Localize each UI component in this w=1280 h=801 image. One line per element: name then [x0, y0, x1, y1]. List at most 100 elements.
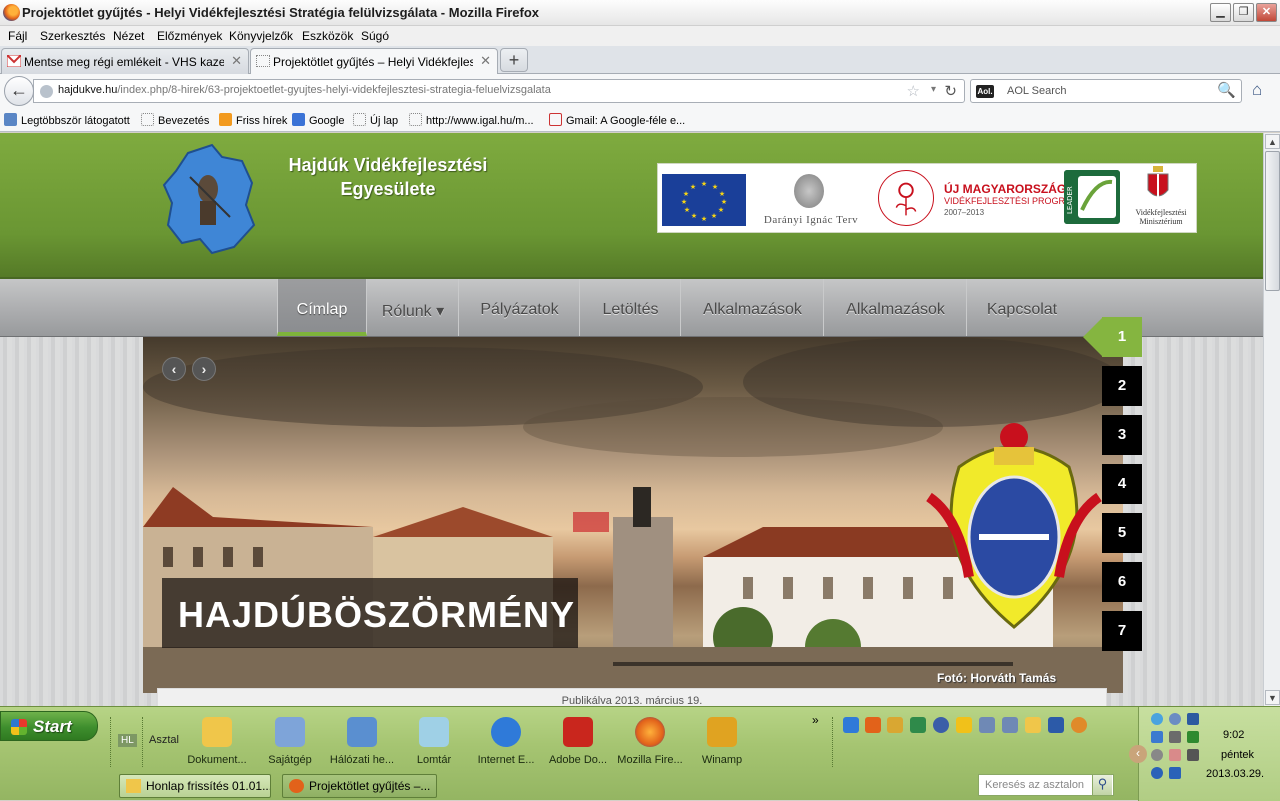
search-icon[interactable]: 🔍 [1217, 81, 1236, 99]
tab-close-icon[interactable]: ✕ [480, 53, 491, 69]
url-text[interactable]: hajdukve.hu/index.php/8-hirek/63-projekt… [58, 84, 551, 96]
bookmark-gmail[interactable]: Gmail: A Google-féle e... [549, 113, 685, 127]
quicklaunch-media-icon[interactable] [933, 717, 949, 733]
taskbar-button-honlap[interactable]: Honlap frissítés 01.01.... [119, 774, 271, 798]
quicklaunch-favorites-icon[interactable] [956, 717, 972, 733]
desktop-icon-firefox[interactable]: Mozilla Fire... [615, 717, 685, 766]
tray-app-icon[interactable] [1151, 749, 1163, 761]
tab-vhs[interactable]: Mentse meg régi emlékeit - VHS kazettár.… [1, 48, 249, 74]
tray-app-icon[interactable] [1169, 749, 1181, 761]
menu-file[interactable]: Fájl [8, 29, 27, 43]
tray-app-icon[interactable] [1187, 749, 1199, 761]
bookmark-latest-news[interactable]: Friss hírek [219, 113, 287, 127]
tray-app-icon[interactable] [1169, 713, 1181, 725]
menu-bookmarks[interactable]: Könyvjelzők [229, 29, 293, 43]
menu-help[interactable]: Súgó [361, 29, 389, 43]
language-indicator[interactable]: HL [118, 734, 137, 747]
quicklaunch-calendar-icon[interactable] [1002, 717, 1018, 733]
bookmark-google[interactable]: Google [292, 113, 344, 127]
minimize-button[interactable]: ▁ [1210, 3, 1231, 22]
clock-time[interactable]: 9:02 [1223, 729, 1244, 741]
image-slider: ‹ › HAJDÚBÖSZÖRMÉNY Fotó: Horváth Tamás [143, 337, 1123, 693]
new-tab-button[interactable]: + [500, 48, 528, 72]
home-icon[interactable]: ⌂ [1252, 80, 1262, 100]
nav-letoltes[interactable]: Letöltés [581, 279, 681, 336]
slide-number-6[interactable]: 6 [1102, 562, 1142, 602]
start-label: Start [33, 717, 72, 736]
quicklaunch-excel-icon[interactable] [910, 717, 926, 733]
tray-app-icon[interactable] [1151, 731, 1163, 743]
taskbar-separator[interactable] [142, 717, 145, 767]
slide-number-1[interactable]: 1 [1102, 317, 1142, 357]
bookmark-new-page[interactable]: Új lap [353, 113, 398, 127]
desktop-icon-internet-explorer[interactable]: Internet E... [471, 717, 541, 766]
bookmark-star-icon[interactable]: ☆ [907, 82, 920, 100]
menu-history[interactable]: Előzmények [157, 29, 222, 43]
tray-app-icon[interactable] [1151, 767, 1163, 779]
taskbar-separator[interactable] [832, 717, 835, 767]
slide-number-3[interactable]: 3 [1102, 415, 1142, 455]
close-button[interactable]: ✕ [1256, 3, 1277, 22]
signal-icon[interactable] [1187, 731, 1199, 743]
slide-number-2[interactable]: 2 [1102, 366, 1142, 406]
nav-alkalmazasok-1[interactable]: Alkalmazások [682, 279, 824, 336]
taskbar-button-firefox[interactable]: Projektötlet gyűjtés –... [282, 774, 437, 798]
bookmark-getting-started[interactable]: Bevezetés [141, 113, 209, 127]
back-button[interactable]: ← [4, 76, 34, 106]
desktop-icon-documents[interactable]: Dokument... [182, 717, 252, 766]
desktop-icon-network[interactable]: Hálózati he... [327, 717, 397, 766]
nav-rolunk[interactable]: Rólunk ▾ [368, 279, 459, 336]
menu-edit[interactable]: Szerkesztés [40, 29, 105, 43]
sponsor-banner[interactable]: ★ ★ ★ ★ ★ ★ ★ ★ ★ ★ ★ ★ Darányi Ignác Terv ÚJ MAGY… [657, 163, 1197, 233]
nav-palyazatok[interactable]: Pályázatok [460, 279, 580, 336]
slider-prev-button[interactable]: ‹ [162, 357, 186, 381]
reload-icon[interactable]: ↻ [944, 82, 957, 100]
desktop-icon-adobe[interactable]: Adobe Do... [543, 717, 613, 766]
tray-app-icon[interactable] [1169, 731, 1181, 743]
scroll-up-icon[interactable]: ▲ [1265, 134, 1280, 149]
vertical-scrollbar[interactable]: ▲ ▼ [1263, 133, 1280, 706]
organization-name[interactable]: Hajdúk Vidékfejlesztési Egyesülete [268, 153, 508, 201]
tray-collapse-icon[interactable]: ‹ [1129, 745, 1147, 763]
slide-number-4[interactable]: 4 [1102, 464, 1142, 504]
slide-number-5[interactable]: 5 [1102, 513, 1142, 553]
start-button[interactable]: Start [0, 711, 98, 741]
menu-view[interactable]: Nézet [113, 29, 144, 43]
network-icon[interactable] [1169, 767, 1181, 779]
search-bar[interactable]: Aol. AOL Search 🔍 [970, 79, 1242, 103]
desktop-icon-my-computer[interactable]: Sajátgép [255, 717, 325, 766]
quicklaunch-mail-icon[interactable] [1071, 717, 1087, 733]
desktop-icon-winamp[interactable]: Winamp [687, 717, 757, 766]
quicklaunch-folder-icon[interactable] [1025, 717, 1041, 733]
tray-app-icon[interactable] [1187, 713, 1199, 725]
quicklaunch-word-icon[interactable] [1048, 717, 1064, 733]
bookmark-most-visited[interactable]: Legtöbbször látogatott [4, 113, 130, 127]
desktop-icon-recycle-bin[interactable]: Lomtár [399, 717, 469, 766]
aol-icon[interactable]: Aol. [976, 85, 994, 98]
url-bar[interactable]: hajdukve.hu/index.php/8-hirek/63-projekt… [33, 79, 965, 103]
nav-kapcsolat[interactable]: Kapcsolat [968, 279, 1076, 336]
quicklaunch-calculator-icon[interactable] [979, 717, 995, 733]
nav-alkalmazasok-2[interactable]: Alkalmazások [825, 279, 967, 336]
taskbar-separator[interactable] [110, 717, 113, 767]
scroll-down-icon[interactable]: ▼ [1265, 690, 1280, 705]
svg-text:★: ★ [690, 183, 696, 191]
quicklaunch-winamp-icon[interactable] [887, 717, 903, 733]
bookmark-igal[interactable]: http://www.igal.hu/m... [409, 113, 534, 127]
tray-app-icon[interactable] [1151, 713, 1163, 725]
tab-close-icon[interactable]: ✕ [231, 53, 242, 69]
daranyi-logo: Darányi Ignác Terv [754, 174, 868, 230]
tab-projektotlet[interactable]: Projektötlet gyűjtés – Helyi Vidékfejles… [250, 48, 498, 74]
quicklaunch-ie-icon[interactable] [843, 717, 859, 733]
scroll-thumb[interactable] [1265, 151, 1280, 291]
slide-number-7[interactable]: 7 [1102, 611, 1142, 651]
desktop-search-icon[interactable]: ⚲ [1092, 775, 1112, 795]
menu-tools[interactable]: Eszközök [302, 29, 353, 43]
more-chevron-icon[interactable]: » [812, 713, 819, 727]
history-dropdown-icon[interactable]: ▾ [931, 84, 936, 95]
slider-next-button[interactable]: › [192, 357, 216, 381]
nav-cimlap[interactable]: Címlap [277, 279, 367, 336]
maximize-button[interactable]: ❐ [1233, 3, 1254, 22]
region-map-logo[interactable] [160, 143, 258, 255]
quicklaunch-firefox-icon[interactable] [865, 717, 881, 733]
